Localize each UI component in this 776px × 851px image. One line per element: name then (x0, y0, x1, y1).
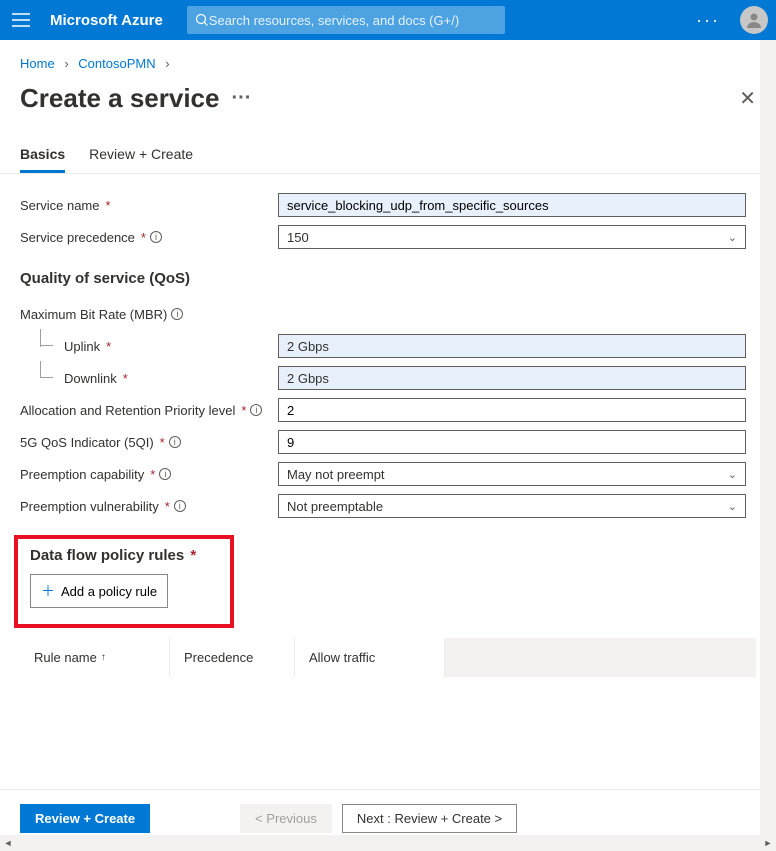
rules-table-header: Rule name ↑ Precedence Allow traffic (20, 638, 756, 677)
fqi-input[interactable] (278, 430, 746, 454)
horizontal-scrollbar[interactable]: ◄ ► (0, 835, 776, 851)
plus-icon: ＋ (41, 581, 55, 601)
tabs: Basics Review + Create (0, 138, 776, 174)
page-title-text: Create a service (20, 83, 219, 114)
page-title-row: Create a service ··· ✕ (0, 79, 776, 138)
chevron-down-icon: ⌄ (728, 500, 737, 513)
qos-header: Quality of service (QoS) (20, 270, 756, 287)
preempt-cap-select[interactable]: May not preempt⌄ (278, 462, 746, 486)
info-icon[interactable]: i (169, 436, 181, 448)
col-allow-traffic[interactable]: Allow traffic (295, 638, 445, 677)
col-precedence[interactable]: Precedence (170, 638, 295, 677)
scroll-left-icon[interactable]: ◄ (0, 835, 16, 851)
preempt-cap-label: Preemption capability* i (20, 467, 278, 482)
search-input[interactable] (209, 13, 497, 28)
avatar[interactable] (740, 6, 768, 34)
info-icon[interactable]: i (171, 308, 183, 320)
arp-label: Allocation and Retention Priority level*… (20, 403, 278, 418)
title-more-icon[interactable]: ··· (231, 87, 251, 110)
chevron-right-icon: › (165, 56, 169, 71)
preempt-vuln-select[interactable]: Not preemptable⌄ (278, 494, 746, 518)
hamburger-menu-icon[interactable] (8, 9, 34, 31)
breadcrumb: Home › ContosoPMN › (0, 40, 776, 79)
sort-up-icon: ↑ (101, 652, 106, 663)
breadcrumb-home[interactable]: Home (20, 56, 55, 71)
preempt-vuln-label: Preemption vulnerability* i (20, 499, 278, 514)
review-create-button[interactable]: Review + Create (20, 804, 150, 833)
info-icon[interactable]: i (150, 231, 162, 243)
service-precedence-select[interactable]: 150⌄ (278, 225, 746, 249)
header-more-icon[interactable]: ··· (688, 10, 728, 31)
search-box[interactable] (187, 6, 505, 34)
next-button[interactable]: Next : Review + Create > (342, 804, 517, 833)
form-area: Service name* Service precedence* i 150⌄… (0, 174, 776, 677)
breadcrumb-resource[interactable]: ContosoPMN (78, 56, 155, 71)
service-name-input[interactable] (278, 193, 746, 217)
col-extra (445, 638, 756, 677)
vertical-scrollbar[interactable] (760, 40, 776, 835)
search-icon (195, 13, 209, 27)
brand-label: Microsoft Azure (50, 12, 163, 29)
tab-basics[interactable]: Basics (20, 138, 65, 173)
service-name-label: Service name* (20, 198, 278, 213)
col-rule-name[interactable]: Rule name ↑ (20, 638, 170, 677)
chevron-right-icon: › (64, 56, 68, 71)
tab-review[interactable]: Review + Create (89, 138, 193, 173)
chevron-down-icon: ⌄ (728, 231, 737, 244)
chevron-down-icon: ⌄ (728, 468, 737, 481)
service-precedence-label: Service precedence* i (20, 230, 278, 245)
top-header: Microsoft Azure ··· (0, 0, 776, 40)
scroll-right-icon[interactable]: ► (760, 835, 776, 851)
uplink-label: Uplink* (64, 339, 278, 354)
footer: Review + Create < Previous Next : Review… (0, 789, 776, 833)
downlink-input[interactable]: 2 Gbps (278, 366, 746, 390)
policy-rules-highlight: Data flow policy rules * ＋ Add a policy … (14, 535, 234, 628)
info-icon[interactable]: i (174, 500, 186, 512)
close-icon[interactable]: ✕ (739, 86, 756, 111)
info-icon[interactable]: i (250, 404, 262, 416)
uplink-input[interactable]: 2 Gbps (278, 334, 746, 358)
info-icon[interactable]: i (159, 468, 171, 480)
previous-button[interactable]: < Previous (240, 804, 332, 833)
fqi-label: 5G QoS Indicator (5QI)* i (20, 435, 278, 450)
downlink-label: Downlink* (64, 371, 278, 386)
mbr-label: Maximum Bit Rate (MBR) i (20, 307, 278, 322)
policy-rules-header: Data flow policy rules * (30, 547, 218, 564)
page-title: Create a service ··· (20, 83, 251, 114)
arp-input[interactable] (278, 398, 746, 422)
add-policy-rule-button[interactable]: ＋ Add a policy rule (30, 574, 168, 608)
